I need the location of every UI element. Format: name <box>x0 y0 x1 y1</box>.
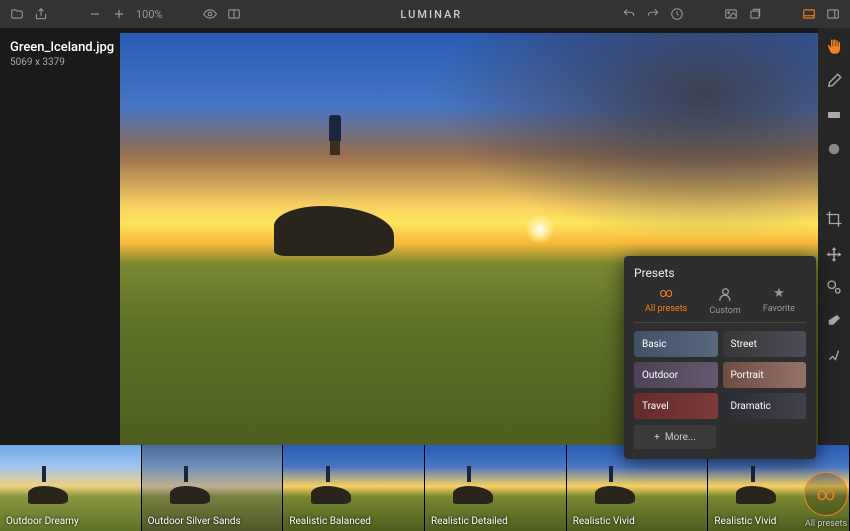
top-toolbar: 100% LUMINAR <box>0 0 850 28</box>
batch-icon[interactable] <box>748 7 762 21</box>
plus-icon: + <box>654 432 660 443</box>
category-portrait[interactable]: Portrait <box>723 362 807 388</box>
category-travel[interactable]: Travel <box>634 393 718 419</box>
file-name: Green_Iceland.jpg <box>10 40 114 55</box>
preset-label: Realistic Vivid <box>714 516 776 527</box>
preset-label: Realistic Balanced <box>289 516 371 527</box>
eye-icon[interactable] <box>203 7 217 21</box>
preset-label: Outdoor Dreamy <box>6 516 79 527</box>
presets-panel: Presets ∞All presets Custom ★Favorite Ba… <box>624 256 816 459</box>
preset-label: Realistic Vivid <box>573 516 635 527</box>
gradient-tool-icon[interactable] <box>825 106 843 124</box>
category-dramatic[interactable]: Dramatic <box>723 393 807 419</box>
tab-all-presets[interactable]: ∞All presets <box>645 286 687 316</box>
zoom-out-icon[interactable] <box>88 7 102 21</box>
preset-button-label: All presets <box>805 519 847 529</box>
infinity-icon: ∞ <box>817 484 836 505</box>
tab-custom[interactable]: Custom <box>709 286 740 316</box>
crop-tool-icon[interactable] <box>825 210 843 228</box>
more-button[interactable]: +More... <box>634 425 716 449</box>
infinity-icon: ∞ <box>660 286 673 301</box>
export-icon[interactable] <box>34 7 48 21</box>
panel-title: Presets <box>634 266 806 280</box>
preset-thumb[interactable]: Outdoor Dreamy <box>0 445 142 531</box>
app-title: LUMINAR <box>251 8 612 21</box>
preset-thumb[interactable]: Realistic Detailed <box>425 445 567 531</box>
erase-tool-icon[interactable] <box>825 312 843 330</box>
tab-favorite[interactable]: ★Favorite <box>763 286 795 316</box>
zoom-level: 100% <box>136 8 163 21</box>
star-icon: ★ <box>773 286 785 301</box>
compare-icon[interactable] <box>227 7 241 21</box>
transform-tool-icon[interactable] <box>825 244 843 262</box>
preset-label: Outdoor Silver Sands <box>148 516 241 527</box>
clone-tool-icon[interactable] <box>825 278 843 296</box>
right-toolbar <box>818 28 850 445</box>
category-street[interactable]: Street <box>723 331 807 357</box>
preset-thumb[interactable]: Outdoor Silver Sands <box>142 445 284 531</box>
preset-label: Realistic Detailed <box>431 516 508 527</box>
zoom-in-icon[interactable] <box>112 7 126 21</box>
all-presets-button[interactable]: ∞ All presets <box>804 472 848 529</box>
image-icon[interactable] <box>724 7 738 21</box>
filmstrip-toggle-icon[interactable] <box>802 7 816 21</box>
user-icon <box>717 286 734 303</box>
panel-toggle-icon[interactable] <box>826 7 840 21</box>
file-dimensions: 5069 x 3379 <box>10 57 114 68</box>
denoise-tool-icon[interactable] <box>825 346 843 364</box>
hand-tool-icon[interactable] <box>825 38 843 56</box>
preset-thumb[interactable]: Realistic Balanced <box>283 445 425 531</box>
redo-icon[interactable] <box>646 7 660 21</box>
history-icon[interactable] <box>670 7 684 21</box>
file-info: Green_Iceland.jpg 5069 x 3379 <box>10 40 114 68</box>
brush-tool-icon[interactable] <box>825 72 843 90</box>
radial-tool-icon[interactable] <box>825 140 843 158</box>
category-outdoor[interactable]: Outdoor <box>634 362 718 388</box>
category-basic[interactable]: Basic <box>634 331 718 357</box>
open-folder-icon[interactable] <box>10 7 24 21</box>
undo-icon[interactable] <box>622 7 636 21</box>
